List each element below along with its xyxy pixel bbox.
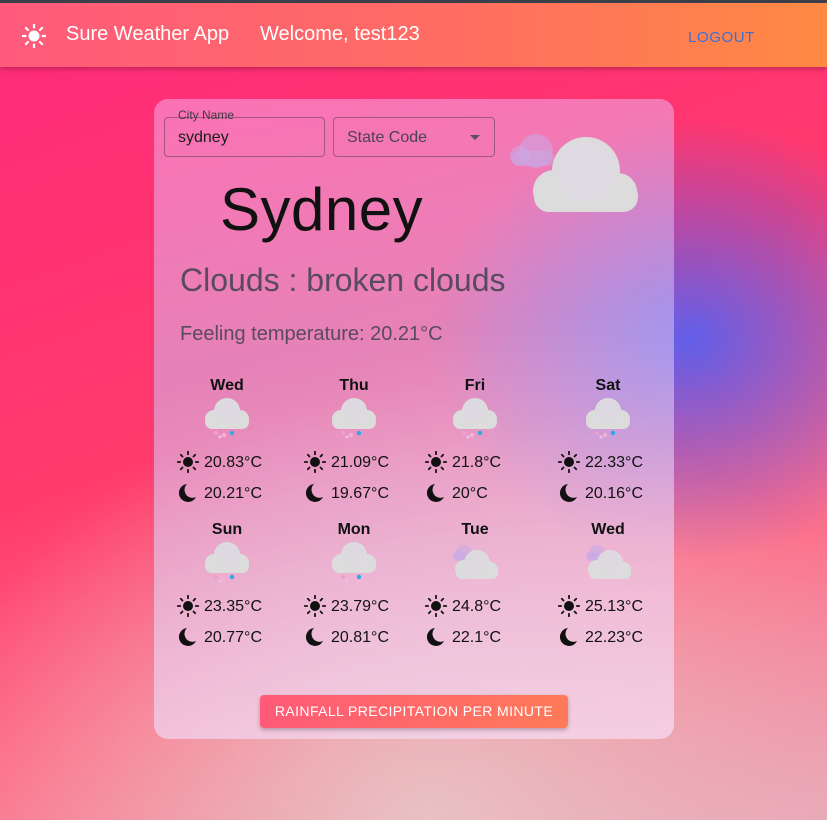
- weather-card: City Name sydney State Code Sydney Cloud…: [154, 99, 674, 739]
- rain-icon: [450, 397, 500, 439]
- rain-icon: [202, 397, 252, 439]
- logout-button[interactable]: LOGOUT: [680, 29, 763, 46]
- weather-condition: Clouds : broken clouds: [180, 262, 506, 298]
- state-code-placeholder: State Code: [347, 129, 428, 146]
- day-temperature: 24.8°C: [424, 594, 535, 618]
- moon-icon: [177, 482, 199, 504]
- sun-icon: [303, 594, 327, 618]
- day-temperature: 21.09°C: [303, 450, 414, 474]
- night-temperature: 22.1°C: [425, 625, 535, 649]
- sun-icon: [22, 24, 46, 48]
- day-temperature: 20.83°C: [176, 450, 287, 474]
- feeling-temperature: Feeling temperature: 20.21°C: [180, 323, 443, 345]
- high-temperature: 23.35°C: [204, 598, 262, 615]
- moon-icon: [425, 482, 447, 504]
- sun-icon: [557, 450, 581, 474]
- forecast-day: Sun 23.35°C 20.77°C: [176, 521, 277, 661]
- high-temperature: 25.13°C: [585, 598, 643, 615]
- moon-icon: [304, 626, 326, 648]
- low-temperature: 20.21°C: [204, 485, 262, 502]
- app-header: Sure Weather App Welcome, test123 LOGOUT: [0, 0, 827, 67]
- moon-icon: [304, 482, 326, 504]
- broken-clouds-icon: [583, 541, 633, 583]
- moon-icon: [558, 482, 580, 504]
- day-temperature: 21.8°C: [424, 450, 535, 474]
- forecast-day: Mon 23.79°C 20.81°C: [303, 521, 404, 661]
- low-temperature: 22.1°C: [452, 629, 502, 646]
- city-name-label: City Name: [178, 108, 235, 122]
- high-temperature: 22.33°C: [585, 454, 643, 471]
- forecast-day: Fri 21.8°C 20°C: [424, 377, 525, 517]
- forecast-day-name: Wed: [591, 521, 625, 538]
- moon-icon: [425, 626, 447, 648]
- night-temperature: 20.81°C: [304, 625, 414, 649]
- city-name-input[interactable]: sydney: [178, 129, 229, 147]
- rain-icon: [583, 397, 633, 439]
- high-temperature: 23.79°C: [331, 598, 389, 615]
- forecast-day-name: Tue: [461, 521, 489, 538]
- forecast-day-name: Fri: [464, 377, 486, 394]
- night-temperature: 19.67°C: [304, 481, 414, 505]
- sun-icon: [424, 594, 448, 618]
- forecast-day: Wed 25.13°C 22.23°C: [557, 521, 658, 661]
- day-temperature: 25.13°C: [557, 594, 668, 618]
- moon-icon: [177, 626, 199, 648]
- broken-clouds-icon: [510, 134, 638, 212]
- low-temperature: 20.81°C: [331, 629, 389, 646]
- rain-icon: [329, 397, 379, 439]
- low-temperature: 22.23°C: [585, 629, 643, 646]
- night-temperature: 20°C: [425, 481, 535, 505]
- forecast-day: Wed 20.83°C 20.21°C: [176, 377, 277, 517]
- rainfall-precipitation-button[interactable]: RAINFALL PRECIPITATION PER MINUTE: [260, 695, 568, 728]
- dropdown-arrow-icon[interactable]: [470, 135, 480, 140]
- city-title: Sydney: [220, 176, 424, 243]
- state-code-select[interactable]: State Code: [333, 117, 495, 157]
- high-temperature: 21.8°C: [452, 454, 502, 471]
- forecast-day-name: Thu: [339, 377, 369, 394]
- day-temperature: 23.35°C: [176, 594, 287, 618]
- city-name-field[interactable]: City Name sydney: [164, 108, 325, 157]
- forecast-day-name: Mon: [337, 521, 371, 538]
- night-temperature: 20.21°C: [177, 481, 287, 505]
- night-temperature: 20.16°C: [558, 481, 668, 505]
- forecast-day: Thu 21.09°C 19.67°C: [303, 377, 404, 517]
- night-temperature: 20.77°C: [177, 625, 287, 649]
- rain-icon: [202, 541, 252, 583]
- welcome-message: Welcome, test123: [260, 23, 420, 45]
- day-temperature: 23.79°C: [303, 594, 414, 618]
- high-temperature: 24.8°C: [452, 598, 502, 615]
- forecast-day: Tue 24.8°C 22.1°C: [424, 521, 525, 661]
- low-temperature: 20.77°C: [204, 629, 262, 646]
- forecast-day-name: Sat: [595, 377, 621, 394]
- low-temperature: 20°C: [452, 485, 488, 502]
- app-title: Sure Weather App: [66, 23, 230, 45]
- forecast-day-name: Sun: [211, 521, 243, 538]
- sun-icon: [176, 594, 200, 618]
- moon-icon: [558, 626, 580, 648]
- sun-icon: [424, 450, 448, 474]
- low-temperature: 19.67°C: [331, 485, 389, 502]
- forecast-day: Sat 22.33°C 20.16°C: [557, 377, 658, 517]
- high-temperature: 21.09°C: [331, 454, 389, 471]
- forecast-day-name: Wed: [210, 377, 244, 394]
- sun-icon: [303, 450, 327, 474]
- sun-icon: [557, 594, 581, 618]
- low-temperature: 20.16°C: [585, 485, 643, 502]
- sun-icon: [176, 450, 200, 474]
- high-temperature: 20.83°C: [204, 454, 262, 471]
- broken-clouds-icon: [450, 541, 500, 583]
- day-temperature: 22.33°C: [557, 450, 668, 474]
- night-temperature: 22.23°C: [558, 625, 668, 649]
- rain-icon: [329, 541, 379, 583]
